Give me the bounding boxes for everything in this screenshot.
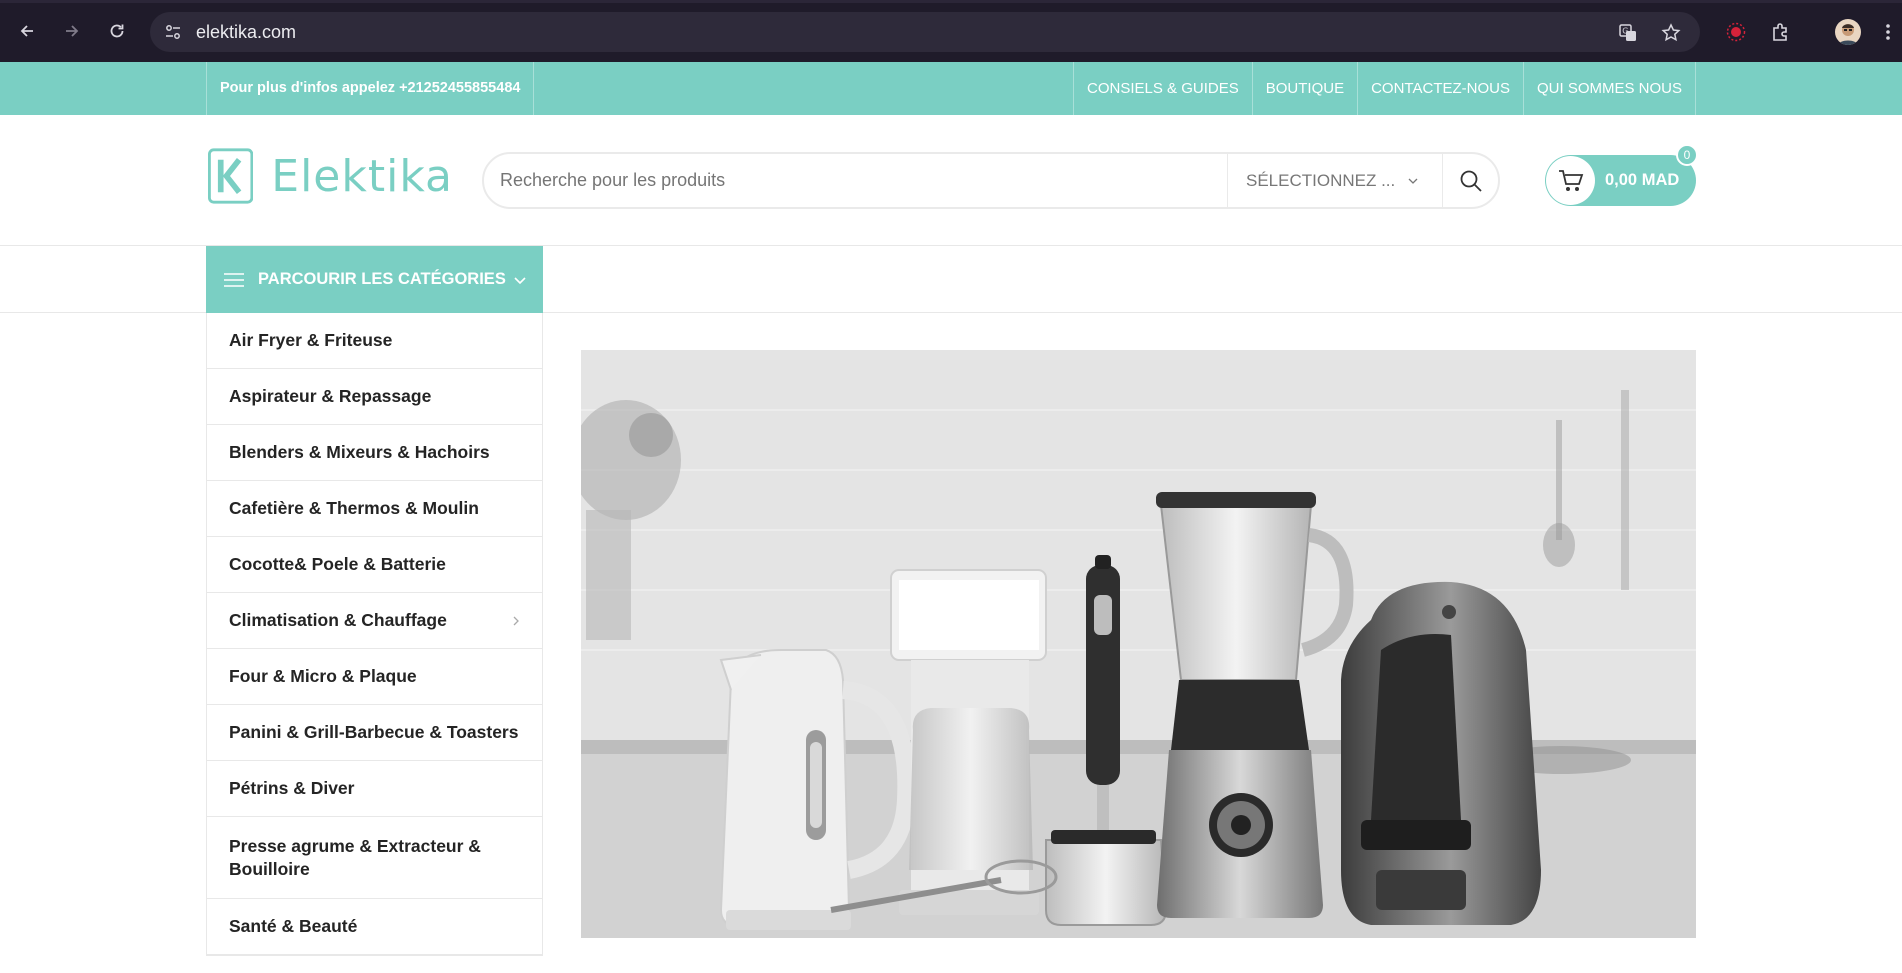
link-contactez-nous[interactable]: CONTACTEZ-NOUS	[1358, 62, 1524, 115]
category-list: Air Fryer & Friteuse Aspirateur & Repass…	[206, 313, 543, 956]
arrow-left-icon	[20, 25, 33, 37]
site-logo[interactable]: Elektika	[208, 137, 453, 215]
star-icon[interactable]	[1661, 23, 1681, 43]
logo-mark	[208, 148, 254, 204]
category-select-value: SÉLECTIONNEZ ...	[1246, 170, 1396, 190]
category-item[interactable]: Cafetière & Thermos & Moulin	[207, 481, 542, 537]
hamburger-icon	[224, 272, 244, 287]
search-form: SÉLECTIONNEZ ...	[482, 152, 1500, 209]
category-item-label: Aspirateur & Repassage	[229, 386, 432, 407]
logo-text: Elektika	[271, 150, 453, 202]
link-qui-sommes-nous[interactable]: QUI SOMMES NOUS	[1524, 62, 1696, 115]
category-item[interactable]: Panini & Grill-Barbecue & Toasters	[207, 705, 542, 761]
chevron-down-icon	[514, 276, 526, 284]
url-text[interactable]: elektika.com	[196, 22, 296, 43]
category-item[interactable]: Santé & Beauté	[207, 899, 542, 955]
avatar-icon	[1838, 24, 1858, 45]
browser-toolbar: elektika.com G	[0, 0, 1902, 62]
search-icon	[1460, 170, 1482, 192]
hero-banner[interactable]	[581, 350, 1696, 938]
search-button[interactable]	[1442, 154, 1498, 207]
category-select[interactable]: SÉLECTIONNEZ ...	[1227, 154, 1442, 207]
category-item[interactable]: Aspirateur & Repassage	[207, 369, 542, 425]
chevron-right-icon	[513, 616, 519, 625]
menu-dots-icon[interactable]	[1878, 20, 1898, 44]
category-item-label: Panini & Grill-Barbecue & Toasters	[229, 722, 519, 743]
category-item-label: Cocotte& Poele & Batterie	[229, 554, 446, 575]
browse-categories-label: PARCOURIR LES CATÉGORIES	[258, 270, 506, 288]
category-item-label: Four & Micro & Plaque	[229, 666, 417, 687]
arrow-right-icon	[66, 25, 79, 37]
category-bar: PARCOURIR LES CATÉGORIES	[0, 246, 1902, 313]
category-item[interactable]: Pétrins & Diver	[207, 761, 542, 817]
forward-button[interactable]	[57, 16, 87, 46]
tab-strip-edge	[0, 0, 1902, 3]
category-item[interactable]: Four & Micro & Plaque	[207, 649, 542, 705]
reload-icon	[110, 24, 124, 38]
back-button[interactable]	[12, 16, 42, 46]
category-item-label: Pétrins & Diver	[229, 778, 355, 799]
category-item-label: Air Fryer & Friteuse	[229, 330, 393, 351]
top-info-bar: Pour plus d'infos appelez +2125245585548…	[0, 62, 1902, 115]
reload-button[interactable]	[102, 16, 132, 46]
cart-icon-wrap	[1546, 156, 1595, 205]
category-item[interactable]: Air Fryer & Friteuse	[207, 313, 542, 369]
category-item-label: Blenders & Mixeurs & Hachoirs	[229, 442, 490, 463]
extension-red-icon[interactable]	[1724, 20, 1748, 44]
category-item-label: Santé & Beauté	[229, 916, 358, 937]
profile-avatar[interactable]	[1835, 19, 1861, 45]
chevron-down-icon	[1408, 178, 1418, 184]
cart-count-badge: 0	[1676, 144, 1698, 166]
category-item[interactable]: Blenders & Mixeurs & Hachoirs	[207, 425, 542, 481]
category-item-label: Climatisation & Chauffage	[229, 610, 447, 631]
search-input[interactable]	[484, 154, 1227, 207]
browse-categories-button[interactable]: PARCOURIR LES CATÉGORIES	[206, 246, 543, 313]
site-settings-icon[interactable]	[164, 23, 182, 41]
link-conseils-guides[interactable]: CONSIELS & GUIDES	[1074, 62, 1253, 115]
cart-icon	[1558, 169, 1583, 191]
puzzle-icon[interactable]	[1769, 20, 1793, 44]
site-header: Elektika SÉLECTIONNEZ ... 0,00 MAD 0	[0, 115, 1902, 246]
link-boutique[interactable]: BOUTIQUE	[1253, 62, 1359, 115]
translate-icon[interactable]: G	[1618, 23, 1638, 43]
cart-button[interactable]: 0,00 MAD 0	[1545, 144, 1698, 206]
category-item[interactable]: Climatisation & Chauffage	[207, 593, 542, 649]
svg-text:G: G	[1622, 27, 1628, 36]
hero-appliances-image	[581, 350, 1696, 938]
category-item[interactable]: Cocotte& Poele & Batterie	[207, 537, 542, 593]
top-links: CONSIELS & GUIDES BOUTIQUE CONTACTEZ-NOU…	[1073, 62, 1696, 115]
address-bar[interactable]: elektika.com G	[150, 12, 1700, 52]
category-item-label: Cafetière & Thermos & Moulin	[229, 498, 479, 519]
category-item-label: Presse agrume & Extracteur & Bouilloire	[229, 835, 481, 879]
phone-info: Pour plus d'infos appelez +2125245585548…	[206, 62, 535, 115]
category-item[interactable]: Presse agrume & Extracteur & Bouilloire	[207, 817, 542, 899]
cart-total: 0,00 MAD	[1605, 171, 1680, 189]
